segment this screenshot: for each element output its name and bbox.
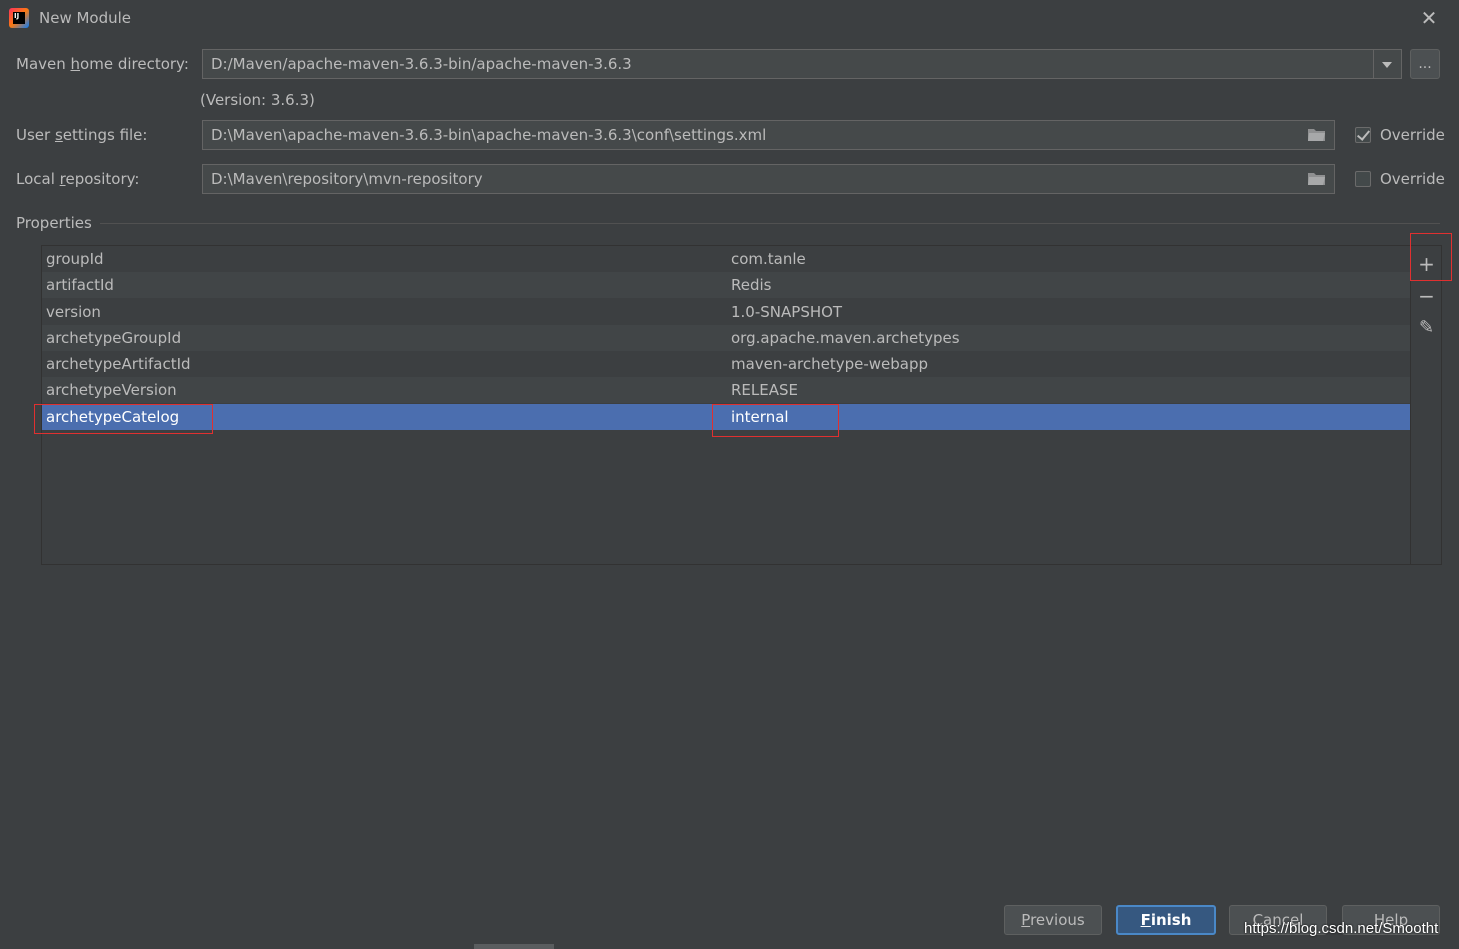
folder-icon[interactable] [1308, 172, 1326, 186]
previous-button[interactable]: Previous [1004, 905, 1102, 935]
bottom-scroll-indicator [474, 944, 554, 949]
user-settings-label: User settings file: [16, 126, 148, 144]
properties-table[interactable]: groupId com.tanle artifactId Redis versi… [41, 245, 1411, 565]
watermark-text: https://blog.csdn.net/Smootht [1244, 920, 1439, 937]
property-value: 1.0-SNAPSHOT [731, 303, 843, 321]
table-row[interactable]: groupId com.tanle [42, 246, 1410, 272]
property-key: archetypeArtifactId [46, 355, 191, 373]
close-icon[interactable]: ✕ [1417, 6, 1441, 30]
maven-home-value: D:/Maven/apache-maven-3.6.3-bin/apache-m… [211, 55, 632, 73]
browse-maven-home-button[interactable]: ... [1410, 49, 1440, 79]
property-key: version [46, 303, 101, 321]
property-key: archetypeVersion [46, 381, 177, 399]
chevron-down-icon[interactable] [1373, 50, 1401, 78]
maven-version-text: (Version: 3.6.3) [200, 91, 315, 109]
property-key: artifactId [46, 276, 114, 294]
property-value: Redis [731, 276, 772, 294]
property-key: archetypeCatelog [46, 408, 180, 426]
table-row[interactable]: archetypeArtifactId maven-archetype-weba… [42, 351, 1410, 377]
local-repository-label: Local repository: [16, 170, 140, 188]
local-repository-value: D:\Maven\repository\mvn-repository [211, 170, 483, 188]
property-value: maven-archetype-webapp [731, 355, 929, 373]
user-settings-input[interactable]: D:\Maven\apache-maven-3.6.3-bin\apache-m… [202, 120, 1335, 150]
finish-button[interactable]: Finish [1116, 905, 1216, 935]
intellij-app-icon: IJ [9, 8, 29, 28]
title-bar: IJ New Module ✕ [0, 0, 1459, 36]
remove-icon[interactable]: − [1411, 282, 1442, 310]
maven-home-combobox[interactable]: D:/Maven/apache-maven-3.6.3-bin/apache-m… [202, 49, 1402, 79]
maven-home-label: Maven home directory: [16, 55, 189, 73]
local-repository-override-checkbox[interactable] [1355, 171, 1371, 187]
window-title: New Module [39, 9, 132, 27]
table-row-selected[interactable]: archetypeCatelog internal [42, 404, 1410, 430]
property-value: RELEASE [731, 381, 798, 399]
local-repository-override-label: Override [1380, 170, 1445, 188]
local-repository-input[interactable]: D:\Maven\repository\mvn-repository [202, 164, 1335, 194]
user-settings-value: D:\Maven\apache-maven-3.6.3-bin\apache-m… [211, 126, 767, 144]
add-icon[interactable]: + [1411, 250, 1442, 278]
table-row[interactable]: archetypeVersion RELEASE [42, 377, 1410, 403]
properties-toolbar: + − ✎ [1411, 245, 1442, 565]
property-key: archetypeGroupId [46, 329, 182, 347]
user-settings-override-checkbox[interactable] [1355, 127, 1371, 143]
user-settings-override-label: Override [1380, 126, 1445, 144]
property-key: groupId [46, 250, 104, 268]
properties-separator [100, 223, 1440, 224]
property-value: org.apache.maven.archetypes [731, 329, 960, 347]
property-value: com.tanle [731, 250, 806, 268]
properties-section-label: Properties [16, 214, 92, 232]
table-row[interactable]: version 1.0-SNAPSHOT [42, 299, 1410, 325]
table-row[interactable]: artifactId Redis [42, 272, 1410, 298]
folder-icon[interactable] [1308, 128, 1326, 142]
edit-icon[interactable]: ✎ [1411, 314, 1442, 342]
property-value: internal [731, 408, 789, 426]
table-row[interactable]: archetypeGroupId org.apache.maven.archet… [42, 325, 1410, 351]
